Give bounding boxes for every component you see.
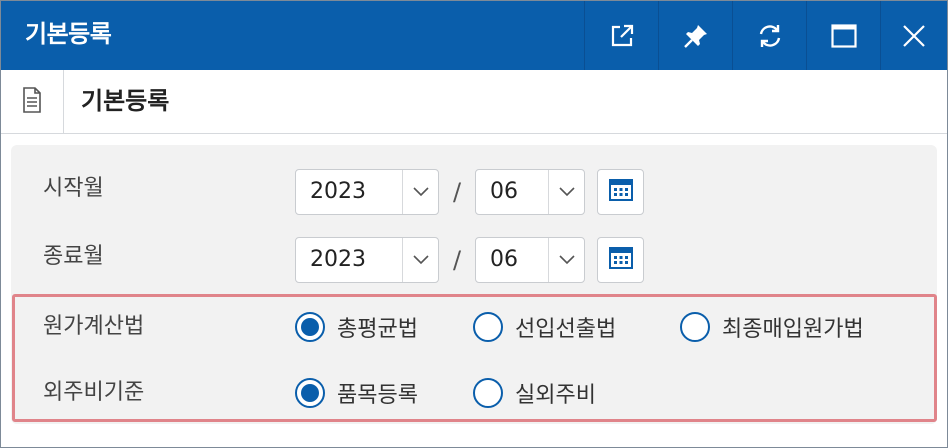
- chevron-down-icon[interactable]: [548, 170, 584, 214]
- start-calendar-button[interactable]: [597, 169, 644, 215]
- radio-selected-dot: [301, 384, 319, 402]
- calendar-icon: [608, 179, 633, 205]
- radio-button[interactable]: [473, 312, 503, 342]
- start-year-select[interactable]: 2023: [295, 169, 439, 215]
- start-year-value: 2023: [310, 179, 366, 204]
- pin-icon: [683, 23, 709, 49]
- chevron-down-icon[interactable]: [548, 238, 584, 282]
- calendar-icon: [608, 247, 633, 273]
- title-bar: 기본등록: [1, 1, 947, 70]
- dialog-window: 기본등록 기본등록 시작월 2023 / 06 종료월 2023 / 06 원가…: [0, 0, 948, 448]
- outsourcing-basis-label: 외주비기준: [43, 380, 145, 405]
- cost-method-row: 원가계산법 총평균법 선입선출법 최종매입원가법: [11, 297, 937, 357]
- radio-label[interactable]: 선입선출법: [515, 311, 616, 343]
- sub-header: 기본등록: [1, 70, 947, 134]
- end-year-select[interactable]: 2023: [295, 237, 439, 283]
- end-month-row: 종료월 2023 / 06: [11, 227, 937, 287]
- pin-button[interactable]: [658, 1, 732, 70]
- radio-button[interactable]: [295, 312, 325, 342]
- radio-option[interactable]: 총평균법: [295, 297, 418, 357]
- radio-button[interactable]: [295, 378, 325, 408]
- radio-label[interactable]: 실외주비: [515, 377, 596, 409]
- page-title: 기본등록: [81, 87, 170, 115]
- popout-icon: [609, 23, 635, 49]
- start-month-select[interactable]: 06: [475, 169, 585, 215]
- end-month-label: 종료월: [43, 244, 104, 269]
- popout-button[interactable]: [584, 1, 658, 70]
- radio-label[interactable]: 최종매입원가법: [722, 311, 864, 343]
- form-panel: 시작월 2023 / 06 종료월 2023 / 06 원가계산법 총평균법 선…: [11, 145, 937, 424]
- refresh-icon: [756, 22, 784, 50]
- radio-option[interactable]: 품목등록: [295, 363, 418, 423]
- start-month-value: 06: [490, 179, 518, 204]
- radio-button[interactable]: [473, 378, 503, 408]
- date-separator: /: [452, 178, 462, 206]
- start-month-label: 시작월: [43, 176, 104, 201]
- chevron-down-icon[interactable]: [402, 238, 438, 282]
- radio-label[interactable]: 품목등록: [337, 377, 418, 409]
- document-icon-cell: [1, 70, 64, 133]
- maximize-icon: [830, 23, 857, 48]
- end-calendar-button[interactable]: [597, 237, 644, 283]
- close-icon: [902, 24, 926, 48]
- document-icon: [22, 86, 42, 117]
- radio-option[interactable]: 실외주비: [473, 363, 596, 423]
- chevron-down-icon[interactable]: [402, 170, 438, 214]
- radio-option[interactable]: 선입선출법: [473, 297, 616, 357]
- end-month-value: 06: [490, 247, 518, 272]
- radio-label[interactable]: 총평균법: [337, 311, 418, 343]
- end-year-value: 2023: [310, 247, 366, 272]
- date-separator: /: [452, 246, 462, 274]
- radio-option[interactable]: 최종매입원가법: [680, 297, 864, 357]
- end-month-select[interactable]: 06: [475, 237, 585, 283]
- start-month-row: 시작월 2023 / 06: [11, 159, 937, 219]
- window-title: 기본등록: [25, 20, 112, 48]
- cost-method-label: 원가계산법: [43, 314, 145, 339]
- outsourcing-basis-row: 외주비기준 품목등록 실외주비: [11, 363, 937, 423]
- close-button[interactable]: [880, 1, 947, 70]
- maximize-button[interactable]: [806, 1, 880, 70]
- radio-selected-dot: [301, 318, 319, 336]
- refresh-button[interactable]: [732, 1, 806, 70]
- radio-button[interactable]: [680, 312, 710, 342]
